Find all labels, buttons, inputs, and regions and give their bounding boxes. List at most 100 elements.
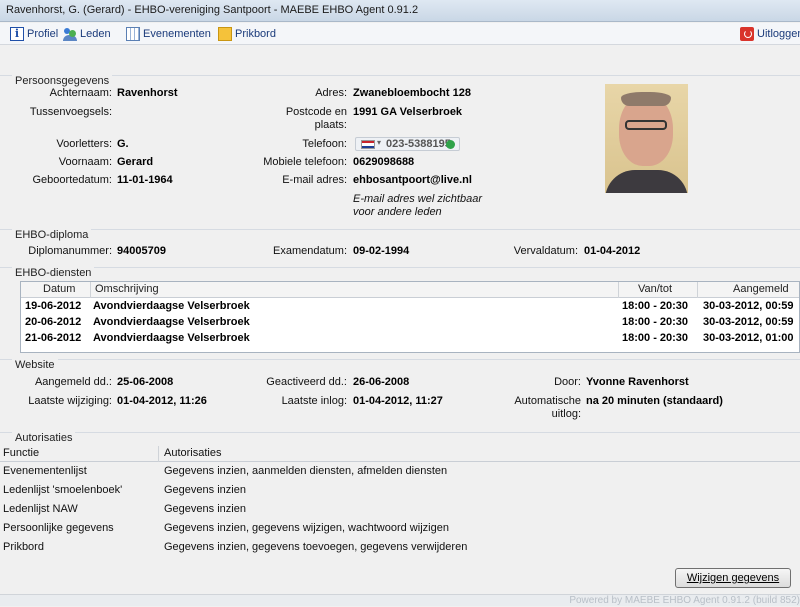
cell-van-tot: 18:00 - 20:30 [622,332,689,344]
postcode-value: 1991 GA Velserbroek [353,106,463,118]
autorisaties-table: Functie Autorisaties Evenementenlijst Ge… [0,446,800,557]
cell-functie: Ledenlijst 'smoelenboek' [3,484,123,496]
diplomanummer-label: Diplomanummer: [28,245,112,257]
cell-datum: 21-06-2012 [25,332,82,344]
achternaam-value: Ravenhorst [117,87,178,99]
cell-datum: 20-06-2012 [25,316,82,328]
laatste-inlog-value: 01-04-2012, 11:27 [353,395,443,407]
uitloggen-button[interactable]: Uitloggen [740,26,800,42]
uitlog-value: na 20 minuten (standaard) [586,395,723,407]
diensten-table: Datum Omschrijving Van/tot Aangemeld 19-… [20,281,800,353]
voorletters-value: G. [117,138,129,150]
status-bar: Powered by MAEBE EHBO Agent 0.91.2 (buil… [0,594,800,606]
examendatum-value: 09-02-1994 [353,245,410,257]
postcode-label-2: plaats: [314,119,347,131]
mobiel-label: Mobiele telefoon: [263,156,347,168]
geboortedatum-label: Geboortedatum: [32,174,113,186]
cell-omschrijving: Avondvierdaagse Velserbroek [93,316,250,328]
cell-functie: Evenementenlijst [3,465,87,477]
laatste-wijziging-value: 01-04-2012, 11:26 [117,395,207,407]
dropdown-arrow-icon[interactable]: ▾ [377,138,381,147]
col-autorisaties[interactable]: Autorisaties [164,447,221,459]
diploma-legend: EHBO-diploma [12,229,92,241]
cell-autorisaties: Gegevens inzien, gegevens toevoegen, geg… [164,541,468,553]
cell-autorisaties: Gegevens inzien [164,503,246,515]
geactiveerd-label: Geactiveerd dd.: [266,376,347,388]
table-row[interactable]: 19-06-2012 Avondvierdaagse Velserbroek 1… [21,298,799,314]
calendar-icon [126,27,140,41]
autorisaties-legend: Autorisaties [12,432,76,444]
door-label: Door: [554,376,581,388]
wijzigen-gegevens-label: Wijzigen gegevens [686,572,780,584]
laatste-inlog-label: Laatste inlog: [281,395,347,407]
uitloggen-label: Uitloggen [757,28,800,40]
cell-autorisaties: Gegevens inzien, aanmelden diensten, afm… [164,465,448,477]
note-icon [218,27,232,41]
evenementen-label: Evenementen [143,28,211,40]
autorisaties-panel: Autorisaties Functie Autorisaties Evenem… [0,432,800,562]
cell-omschrijving: Avondvierdaagse Velserbroek [93,300,250,312]
evenementen-button[interactable]: Evenementen [126,26,211,42]
leden-label: Leden [80,28,111,40]
voorletters-label: Voorletters: [56,138,112,150]
telefoon-value: 023-5388195 [386,138,451,150]
website-panel: Website Aangemeld dd.: 25-06-2008 Laatst… [0,359,800,427]
diploma-panel: EHBO-diploma Diplomanummer: 94005709 Exa… [0,229,800,265]
persoonsgegevens-panel: Persoonsgegevens Achternaam: Ravenhorst … [0,75,800,221]
email-label: E-mail adres: [282,174,347,186]
wijzigen-gegevens-button[interactable]: Wijzigen gegevens [675,568,791,588]
diensten-panel: EHBO-diensten Datum Omschrijving Van/tot… [0,267,800,353]
telefoon-field[interactable]: ▾ 023-5388195 [355,137,460,151]
powered-by-text: Powered by MAEBE EHBO Agent 0.91.2 (buil… [569,595,800,606]
table-row[interactable]: Ledenlijst 'smoelenboek' Gegevens inzien [0,481,800,500]
adres-label: Adres: [315,87,347,99]
examendatum-label: Examendatum: [273,245,347,257]
table-row[interactable]: 21-06-2012 Avondvierdaagse Velserbroek 1… [21,330,799,346]
website-legend: Website [12,359,58,371]
uitlog-label-2: uitlog: [551,408,581,420]
postcode-label-1: Postcode en [285,106,347,118]
prikbord-button[interactable]: Prikbord [218,26,276,42]
mobiel-value: 0629098688 [353,156,415,168]
members-icon [63,27,77,41]
telefoon-label: Telefoon: [302,138,347,150]
table-row[interactable]: Prikbord Gegevens inzien, gegevens toevo… [0,538,800,557]
col-aangemeld[interactable]: Aangemeld [733,283,789,295]
cell-aangemeld: 30-03-2012, 00:59 [703,316,794,328]
geboortedatum-value: 11-01-1964 [117,174,173,186]
col-functie[interactable]: Functie [3,447,39,459]
cell-functie: Prikbord [3,541,44,553]
vervaldatum-label: Vervaldatum: [513,245,578,257]
dutch-flag-icon [361,140,375,149]
profiel-button[interactable]: i Profiel [10,26,58,42]
door-value: Yvonne Ravenhorst [586,376,689,388]
col-van-tot[interactable]: Van/tot [638,283,672,295]
cell-autorisaties: Gegevens inzien [164,484,246,496]
achternaam-label: Achternaam: [49,87,112,99]
col-omschrijving[interactable]: Omschrijving [95,283,159,295]
toolbar: i Profiel Leden Evenementen Prikbord Uit… [0,23,800,45]
col-datum[interactable]: Datum [43,283,75,295]
voornaam-label: Voornaam: [58,156,112,168]
cell-van-tot: 18:00 - 20:30 [622,300,689,312]
email-note-2: voor andere leden [353,206,442,218]
table-row[interactable]: Persoonlijke gegevens Gegevens inzien, g… [0,519,800,538]
email-note-1: E-mail adres wel zichtbaar [353,193,482,205]
adres-value: Zwanebloembocht 128 [353,87,471,99]
profiel-label: Profiel [27,28,59,40]
aangemeld-value: 25-06-2008 [117,376,174,388]
leden-button[interactable]: Leden [63,26,111,42]
table-row[interactable]: Ledenlijst NAW Gegevens inzien [0,500,800,519]
table-row[interactable]: Evenementenlijst Gegevens inzien, aanmel… [0,462,800,481]
cell-datum: 19-06-2012 [25,300,82,312]
email-value: ehbosantpoort@live.nl [353,174,472,186]
geactiveerd-value: 26-06-2008 [353,376,410,388]
uitlog-label-1: Automatische [514,395,581,407]
table-row[interactable]: 20-06-2012 Avondvierdaagse Velserbroek 1… [21,314,799,330]
prikbord-label: Prikbord [235,28,276,40]
diplomanummer-value: 94005709 [117,245,166,257]
cell-autorisaties: Gegevens inzien, gegevens wijzigen, wach… [164,522,449,534]
cell-functie: Ledenlijst NAW [3,503,78,515]
diensten-table-header: Datum Omschrijving Van/tot Aangemeld [21,282,799,298]
verified-icon [446,140,455,149]
